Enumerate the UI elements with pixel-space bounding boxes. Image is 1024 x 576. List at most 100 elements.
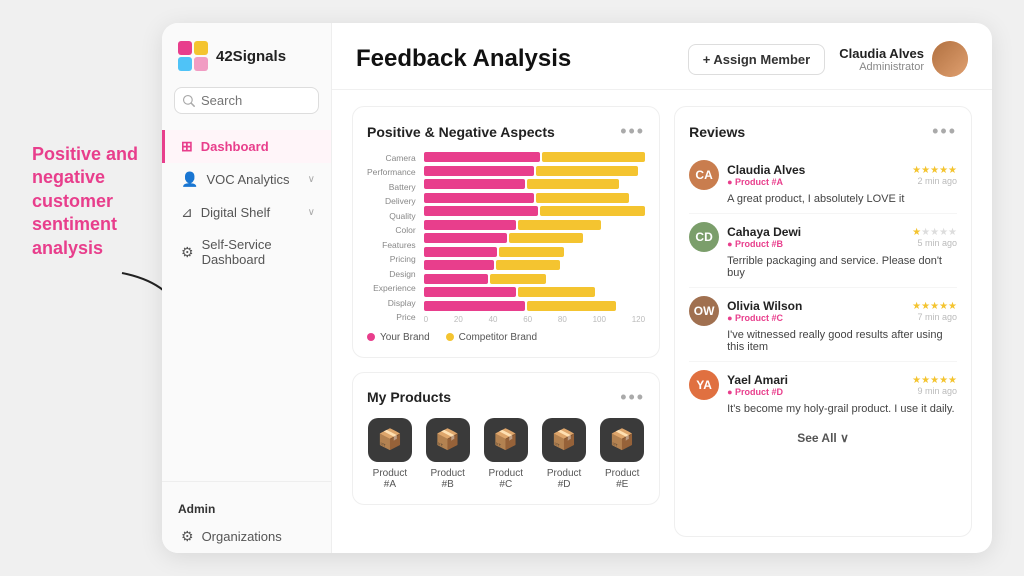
header-right: + Assign Member Claudia Alves Administra… bbox=[688, 41, 968, 77]
reviews-header: Reviews ••• bbox=[689, 121, 957, 142]
bar-row bbox=[424, 287, 645, 297]
products-card-header: My Products ••• bbox=[367, 387, 645, 408]
sidebar-item-digital-shelf[interactable]: ⊿ Digital Shelf ∨ bbox=[162, 196, 331, 229]
bar-comp bbox=[509, 233, 583, 243]
review-item: OW Olivia Wilson ● Product #C ★★★★★ 7 mi… bbox=[689, 288, 957, 362]
bar-row bbox=[424, 220, 645, 230]
bar-row bbox=[424, 152, 645, 162]
review-rating: ★★★★★ 9 min ago bbox=[912, 375, 957, 396]
bar-row bbox=[424, 274, 645, 284]
x-axis-label: 100 bbox=[593, 315, 606, 324]
reviewer-name: Claudia Alves bbox=[727, 163, 904, 177]
bar-your bbox=[424, 274, 489, 284]
review-product: ● Product #A bbox=[727, 177, 904, 187]
dashboard-icon: ⊞ bbox=[181, 138, 193, 155]
x-axis-label: 0 bbox=[424, 315, 428, 324]
sidebar-item-organizations[interactable]: ⚙ Organizations bbox=[162, 520, 331, 553]
review-meta: Olivia Wilson ● Product #C bbox=[727, 299, 904, 323]
product-icon: 📦 bbox=[426, 418, 470, 462]
shelf-icon: ⊿ bbox=[181, 204, 193, 221]
main-content: Feedback Analysis + Assign Member Claudi… bbox=[332, 23, 992, 553]
product-label: Product #D bbox=[541, 468, 587, 490]
product-label: Product #C bbox=[483, 468, 529, 490]
chart-label: Design bbox=[367, 270, 416, 279]
sidebar-item-self-service[interactable]: ⚙ Self-Service Dashboard bbox=[162, 229, 331, 275]
products-grid: 📦Product #A📦Product #B📦Product #C📦Produc… bbox=[367, 418, 645, 490]
bar-your bbox=[424, 233, 507, 243]
chart-label: Performance bbox=[367, 168, 416, 177]
product-item[interactable]: 📦Product #A bbox=[367, 418, 413, 490]
reviewer-name: Cahaya Dewi bbox=[727, 225, 904, 239]
chart-label: Pricing bbox=[367, 255, 416, 264]
user-name: Claudia Alves bbox=[839, 46, 924, 61]
legend-comp-dot bbox=[446, 333, 454, 341]
x-axis-label: 40 bbox=[489, 315, 498, 324]
review-avatar: YA bbox=[689, 370, 719, 400]
star-filled: ★ bbox=[948, 375, 957, 386]
product-label: Product #B bbox=[425, 468, 471, 490]
product-item[interactable]: 📦 Product #B bbox=[425, 418, 471, 490]
bar-your bbox=[424, 301, 525, 311]
search-input[interactable] bbox=[201, 93, 310, 108]
bar-your bbox=[424, 179, 525, 189]
see-all-button[interactable]: See All ∨ bbox=[689, 423, 957, 447]
bar-comp bbox=[496, 260, 561, 270]
reviews-more-button[interactable]: ••• bbox=[932, 121, 957, 142]
review-rating: ★★★★★ 5 min ago bbox=[912, 227, 957, 248]
review-top: YA Yael Amari ● Product #D ★★★★★ 9 min a… bbox=[689, 370, 957, 400]
review-meta: Claudia Alves ● Product #A bbox=[727, 163, 904, 187]
star-filled: ★ bbox=[939, 301, 948, 312]
user-text: Claudia Alves Administrator bbox=[839, 46, 924, 73]
stars: ★★★★★ bbox=[912, 375, 957, 386]
review-list: CA Claudia Alves ● Product #A ★★★★★ 2 mi… bbox=[689, 152, 957, 423]
star-filled: ★ bbox=[921, 301, 930, 312]
chart-labels: CameraPerformanceBatteryDeliveryQualityC… bbox=[367, 152, 416, 324]
star-filled: ★ bbox=[930, 301, 939, 312]
bar-row bbox=[424, 247, 645, 257]
review-text: I've witnessed really good results after… bbox=[689, 329, 957, 353]
chart-bars bbox=[424, 152, 645, 311]
bar-your bbox=[424, 260, 494, 270]
star-filled: ★ bbox=[948, 165, 957, 176]
chart-label: Battery bbox=[367, 183, 416, 192]
bar-your bbox=[424, 247, 498, 257]
chart-label: Price bbox=[367, 313, 416, 322]
chart-more-button[interactable]: ••• bbox=[620, 121, 645, 142]
assign-member-button[interactable]: + Assign Member bbox=[688, 44, 826, 75]
legend-your-label: Your Brand bbox=[380, 332, 430, 343]
product-item[interactable]: 📦 Product #D bbox=[541, 418, 587, 490]
bar-row bbox=[424, 301, 645, 311]
star-filled: ★ bbox=[930, 165, 939, 176]
star-filled: ★ bbox=[948, 301, 957, 312]
self-service-icon: ⚙ bbox=[181, 244, 194, 261]
bar-row bbox=[424, 193, 645, 203]
product-label: Product #E bbox=[599, 468, 645, 490]
star-filled: ★ bbox=[939, 375, 948, 386]
review-product: ● Product #D bbox=[727, 387, 904, 397]
bar-your bbox=[424, 220, 516, 230]
product-item[interactable]: 📦Product #E bbox=[599, 418, 645, 490]
bar-comp bbox=[527, 301, 616, 311]
reviews-title: Reviews bbox=[689, 124, 745, 140]
star-filled: ★ bbox=[921, 165, 930, 176]
review-avatar: CD bbox=[689, 222, 719, 252]
chart-label: Display bbox=[367, 299, 416, 308]
star-empty: ★ bbox=[939, 227, 948, 238]
review-text: A great product, I absolutely LOVE it bbox=[689, 193, 957, 205]
sidebar-item-voc[interactable]: 👤 VOC Analytics ∨ bbox=[162, 163, 331, 196]
main-card: 42Signals ⊞ Dashboard 👤 VOC Analytics ∨ bbox=[162, 23, 992, 553]
product-icon: 📦 bbox=[542, 418, 586, 462]
product-icon: 📦 bbox=[484, 418, 528, 462]
review-rating: ★★★★★ 2 min ago bbox=[912, 165, 957, 186]
review-top: OW Olivia Wilson ● Product #C ★★★★★ 7 mi… bbox=[689, 296, 957, 326]
product-item[interactable]: 📦 Product #C bbox=[483, 418, 529, 490]
chart-card: Positive & Negative Aspects ••• CameraPe… bbox=[352, 106, 660, 358]
dashboard-body: Positive & Negative Aspects ••• CameraPe… bbox=[332, 90, 992, 553]
products-more-button[interactable]: ••• bbox=[620, 387, 645, 408]
star-filled: ★ bbox=[939, 165, 948, 176]
search-box[interactable] bbox=[174, 87, 319, 114]
star-empty: ★ bbox=[948, 227, 957, 238]
star-filled: ★ bbox=[912, 227, 921, 238]
chevron-icon: ∨ bbox=[308, 174, 315, 185]
sidebar-item-dashboard[interactable]: ⊞ Dashboard bbox=[162, 130, 331, 163]
